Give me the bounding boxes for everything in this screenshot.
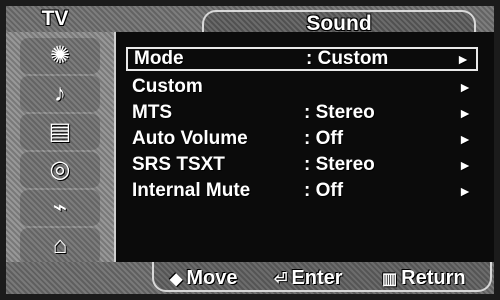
- footer-bar: ◆ Move ⏎ Enter ▥ Return: [6, 262, 494, 294]
- sound-icon[interactable]: ♪: [20, 76, 100, 112]
- menu-item-label: Custom: [132, 76, 203, 97]
- tv-menu-frame: TV Sound ✺ ♪ ▤ ◎ ⌁ ⌂ Mode : Custom ► Cus…: [0, 0, 500, 300]
- move-label: Move: [186, 267, 238, 289]
- menu-item-label: Mode: [134, 48, 184, 69]
- menu-item-custom[interactable]: Custom ►: [126, 75, 478, 99]
- footer-help-pill: ◆ Move ⏎ Enter ▥ Return: [152, 262, 492, 292]
- picture-icon[interactable]: ✺: [20, 38, 100, 74]
- footer-move: ◆ Move: [170, 266, 237, 290]
- tv-title: TV: [41, 7, 69, 30]
- return-label: Return: [401, 267, 466, 289]
- menu-item-value: : Stereo: [304, 102, 375, 123]
- channel-icon[interactable]: ▤: [20, 114, 100, 150]
- enter-icon: ⏎: [274, 271, 288, 288]
- menu-item-label: MTS: [132, 102, 173, 123]
- header-bar: TV Sound: [6, 6, 494, 36]
- menu-item-srs-tsxt[interactable]: SRS TSXT : Stereo ►: [126, 153, 478, 177]
- footer-enter: ⏎ Enter: [274, 266, 343, 290]
- menu-item-value: : Custom: [306, 48, 389, 69]
- arrow-right-icon: ►: [456, 51, 470, 67]
- arrow-right-icon: ►: [458, 157, 472, 173]
- menu-item-value: : Stereo: [304, 154, 375, 175]
- return-icon: ▥: [382, 271, 398, 288]
- menu-item-label: SRS TSXT: [132, 154, 225, 175]
- setup-icon[interactable]: ◎: [20, 152, 100, 188]
- menu-item-label: Internal Mute: [132, 180, 251, 201]
- menu-item-auto-volume[interactable]: Auto Volume : Off ►: [126, 127, 478, 151]
- menu-item-value: : Off: [304, 128, 344, 149]
- menu-item-internal-mute[interactable]: Internal Mute : Off ►: [126, 179, 478, 203]
- arrow-right-icon: ►: [458, 131, 472, 147]
- input-icon[interactable]: ⌁: [20, 190, 100, 226]
- arrow-right-icon: ►: [458, 79, 472, 95]
- footer-return: ▥ Return: [382, 266, 466, 290]
- menu-item-mts[interactable]: MTS : Stereo ►: [126, 101, 478, 125]
- sound-menu-panel: Mode : Custom ► Custom ► MTS : Stereo ► …: [114, 32, 494, 262]
- move-icon: ◆: [170, 271, 183, 288]
- arrow-right-icon: ►: [458, 105, 472, 121]
- arrow-right-icon: ►: [458, 183, 472, 199]
- category-sidebar: ✺ ♪ ▤ ◎ ⌁ ⌂: [6, 32, 114, 264]
- menu-item-label: Auto Volume: [132, 128, 248, 149]
- menu-item-mode[interactable]: Mode : Custom ►: [126, 47, 478, 71]
- more-icon[interactable]: ⌂: [20, 228, 100, 264]
- enter-label: Enter: [291, 267, 343, 289]
- menu-item-value: : Off: [304, 180, 344, 201]
